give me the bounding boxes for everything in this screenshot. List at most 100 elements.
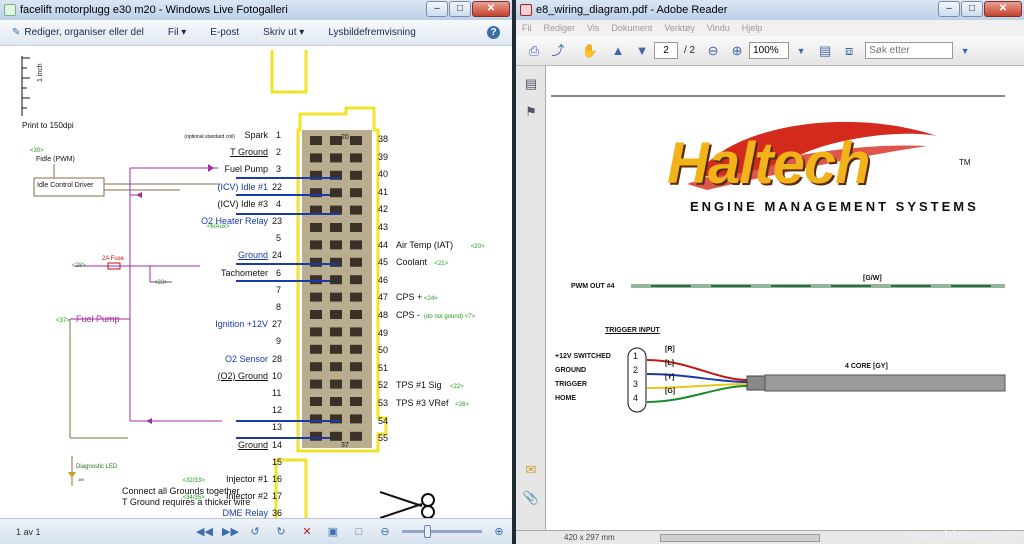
- left-pin-number: 28: [272, 353, 283, 364]
- menu-edit[interactable]: Rediger: [538, 23, 582, 33]
- connector-pin-hole: [350, 188, 362, 198]
- slideshow-icon[interactable]: ▣: [326, 526, 340, 538]
- menu-view[interactable]: Vis: [581, 23, 605, 33]
- connector-pin-hole: [350, 170, 362, 180]
- left-pin-number: 2: [276, 147, 282, 158]
- window-title: facelift motorplugg e30 m20 - Windows Li…: [20, 4, 288, 16]
- left-pin-label: Ground: [237, 439, 268, 450]
- previous-icon[interactable]: ◀◀: [196, 526, 213, 538]
- left-pin-number: 23: [272, 216, 283, 226]
- trigger-row-label: HOME: [555, 395, 576, 402]
- attachments-icon[interactable]: 📎: [522, 490, 540, 508]
- left-pin-prefix: (optional standard coil): [184, 134, 235, 140]
- page-down-icon[interactable]: ▼: [632, 42, 652, 60]
- zoom-in-icon[interactable]: ⊕: [727, 42, 747, 60]
- fuel-pump-tag: <37>: [56, 318, 70, 324]
- window-title: e8_wiring_diagram.pdf - Adobe Reader: [536, 4, 728, 16]
- connector-pin-hole: [350, 414, 362, 424]
- left-pin-label: (ICV) Idle #3: [217, 198, 268, 209]
- search-input[interactable]: [865, 42, 954, 59]
- hand-icon[interactable]: ✋: [580, 42, 600, 60]
- trigger-row-number: 4: [633, 393, 639, 403]
- connector-pin-hole: [330, 275, 342, 285]
- zoom-out-icon[interactable]: ⊖: [703, 42, 723, 60]
- actual-size-icon[interactable]: □: [352, 526, 366, 538]
- search-dropdown-icon[interactable]: ▼: [955, 42, 975, 60]
- trigger-row-label: GROUND: [555, 367, 587, 374]
- right-pin-label: TPS #3 VRef: [396, 398, 449, 408]
- right-pin-tag: <24>: [424, 296, 438, 303]
- file-menu[interactable]: Fil ▾: [156, 27, 198, 38]
- email-button[interactable]: E-post: [198, 27, 251, 38]
- print-note: Print to 150dpi: [22, 121, 74, 130]
- bookmarks-icon[interactable]: ⚑: [522, 104, 540, 122]
- connector-pin-hole: [330, 327, 342, 337]
- menu-window[interactable]: Vindu: [701, 23, 736, 33]
- slideshow-button[interactable]: Lysbildefremvisning: [316, 27, 427, 38]
- connector-pin-hole: [330, 292, 342, 302]
- right-pin-number: 39: [378, 151, 389, 162]
- menu-document[interactable]: Dokument: [605, 23, 658, 33]
- minimize-button[interactable]: –: [938, 1, 960, 17]
- left-pin-number: 16: [272, 474, 283, 484]
- left-pin-label: (ICV) Idle #1: [217, 181, 268, 192]
- zoom-slider[interactable]: [402, 525, 482, 538]
- right-pin-number: 46: [378, 274, 389, 285]
- haltech-logo: Haltech: [667, 131, 871, 196]
- rotate-left-icon[interactable]: ↺: [248, 526, 262, 538]
- zoom-out-icon[interactable]: ⊖: [378, 526, 392, 538]
- zoom-slider-knob[interactable]: [424, 525, 431, 538]
- edit-icon: ✎: [12, 27, 21, 38]
- zoom-in-icon[interactable]: ⊕: [492, 526, 506, 538]
- pages-icon[interactable]: ▤: [522, 76, 540, 94]
- connector-pin-hole: [330, 344, 342, 354]
- rotate-right-icon[interactable]: ↻: [274, 526, 288, 538]
- zoom-input[interactable]: [749, 42, 790, 59]
- minimize-button[interactable]: –: [426, 1, 448, 17]
- print-icon[interactable]: ⎙: [524, 42, 544, 60]
- watermark: www.bimmers.ro: [908, 527, 1020, 542]
- close-button[interactable]: ✕: [472, 1, 510, 17]
- delete-icon[interactable]: ✕: [300, 526, 314, 538]
- next-icon[interactable]: ▶▶: [222, 526, 239, 538]
- menu-help[interactable]: Hjelp: [736, 23, 769, 33]
- connector-pin-hole: [310, 344, 322, 354]
- pdf-icon: [520, 4, 532, 16]
- right-pin-number: 40: [378, 169, 389, 180]
- connector-pin-hole: [310, 310, 322, 319]
- trigger-row-color: [L]: [665, 360, 674, 367]
- page-number-input[interactable]: [654, 42, 678, 59]
- connector-pin-hole: [330, 188, 342, 198]
- fuel-pump-label: Fuel Pump: [76, 314, 120, 324]
- maximize-button[interactable]: □: [449, 1, 471, 17]
- left-pin-number: 13: [272, 422, 283, 433]
- fit-page-icon[interactable]: ▤: [815, 42, 835, 60]
- connector-pin-hole: [310, 431, 322, 441]
- horizontal-scrollbar[interactable]: [660, 534, 820, 542]
- help-button[interactable]: ?: [475, 26, 512, 39]
- haltech-subtitle: ENGINE MANAGEMENT SYSTEMS: [690, 199, 979, 214]
- right-pin-number: 53: [378, 398, 389, 408]
- left-pin-tag: <32/33>: [182, 478, 205, 484]
- menu-file[interactable]: Fil: [516, 23, 538, 33]
- connector-pin-hole: [350, 327, 362, 337]
- left-pin-label: Tachometer: [220, 267, 268, 278]
- share-icon[interactable]: ⤴: [548, 42, 568, 60]
- left-pin-number: 11: [272, 388, 282, 398]
- title-bar: facelift motorplugg e30 m20 - Windows Li…: [0, 0, 512, 20]
- print-menu[interactable]: Skriv ut ▾: [251, 27, 316, 38]
- menu-tools[interactable]: Verktøy: [658, 23, 701, 33]
- fit-width-icon[interactable]: ⧈: [839, 42, 859, 60]
- connector-pin-hole: [310, 257, 322, 267]
- zoom-dropdown-icon[interactable]: ▼: [791, 42, 811, 60]
- trigger-row-number: 2: [633, 365, 639, 375]
- comments-icon[interactable]: ✉: [522, 462, 540, 480]
- left-pin-label: Ground: [237, 250, 268, 261]
- connector-pin-hole: [350, 275, 362, 285]
- edit-organize-button[interactable]: ✎ Rediger, organiser eller del: [0, 27, 156, 38]
- right-pin-label: Coolant: [396, 257, 428, 268]
- connector-pin-hole: [330, 414, 342, 424]
- maximize-button[interactable]: □: [961, 1, 983, 17]
- close-button[interactable]: ✕: [984, 1, 1022, 17]
- page-up-icon[interactable]: ▲: [608, 42, 628, 60]
